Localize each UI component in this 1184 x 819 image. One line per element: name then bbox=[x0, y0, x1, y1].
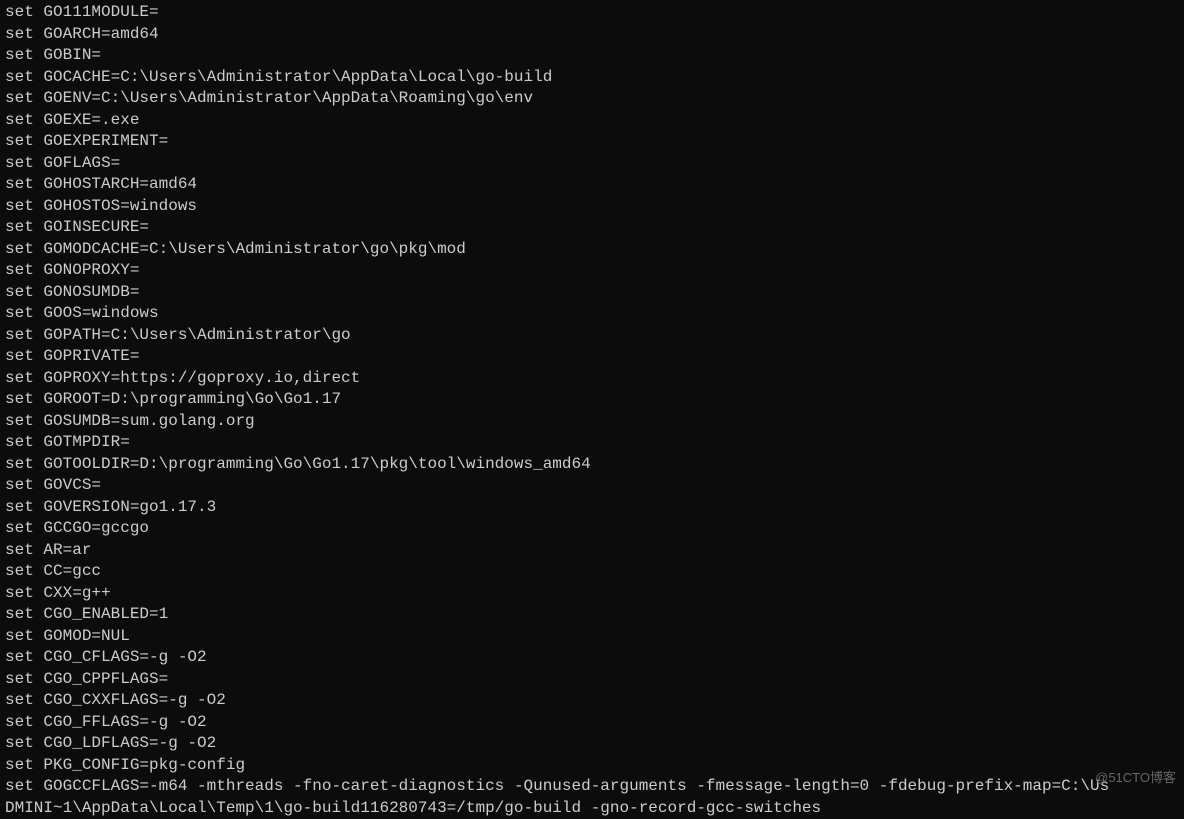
terminal-line: set GOINSECURE= bbox=[5, 217, 1184, 239]
terminal-line: set CGO_CPPFLAGS= bbox=[5, 669, 1184, 691]
terminal-line: set GONOSUMDB= bbox=[5, 282, 1184, 304]
terminal-line: set GOVCS= bbox=[5, 475, 1184, 497]
terminal-line: set GOTMPDIR= bbox=[5, 432, 1184, 454]
terminal-line: set GOMODCACHE=C:\Users\Administrator\go… bbox=[5, 239, 1184, 261]
terminal-line: set AR=ar bbox=[5, 540, 1184, 562]
terminal-line: set GOBIN= bbox=[5, 45, 1184, 67]
terminal-line: set CC=gcc bbox=[5, 561, 1184, 583]
terminal-line: set CXX=g++ bbox=[5, 583, 1184, 605]
terminal-line: set GOPROXY=https://goproxy.io,direct bbox=[5, 368, 1184, 390]
terminal-line: set GO111MODULE= bbox=[5, 2, 1184, 24]
terminal-line: set GOTOOLDIR=D:\programming\Go\Go1.17\p… bbox=[5, 454, 1184, 476]
terminal-line: set GOGCCFLAGS=-m64 -mthreads -fno-caret… bbox=[5, 776, 1184, 798]
terminal-line: set GOEXE=.exe bbox=[5, 110, 1184, 132]
terminal-line: set GOFLAGS= bbox=[5, 153, 1184, 175]
terminal-line: set CGO_CFLAGS=-g -O2 bbox=[5, 647, 1184, 669]
terminal-line: set GOHOSTOS=windows bbox=[5, 196, 1184, 218]
terminal-line: set GOOS=windows bbox=[5, 303, 1184, 325]
terminal-line: set CGO_LDFLAGS=-g -O2 bbox=[5, 733, 1184, 755]
terminal-line: set GOEXPERIMENT= bbox=[5, 131, 1184, 153]
terminal-line: set GOARCH=amd64 bbox=[5, 24, 1184, 46]
terminal-line: set GOROOT=D:\programming\Go\Go1.17 bbox=[5, 389, 1184, 411]
terminal-line: set GOMOD=NUL bbox=[5, 626, 1184, 648]
terminal-line: set GOVERSION=go1.17.3 bbox=[5, 497, 1184, 519]
terminal-line: set CGO_CXXFLAGS=-g -O2 bbox=[5, 690, 1184, 712]
watermark-text: @51CTO博客 bbox=[1095, 767, 1176, 789]
terminal-line: set CGO_FFLAGS=-g -O2 bbox=[5, 712, 1184, 734]
terminal-line: set CGO_ENABLED=1 bbox=[5, 604, 1184, 626]
terminal-line: set GOPATH=C:\Users\Administrator\go bbox=[5, 325, 1184, 347]
terminal-line: set GCCGO=gccgo bbox=[5, 518, 1184, 540]
terminal-line: set GOSUMDB=sum.golang.org bbox=[5, 411, 1184, 433]
terminal-line: set PKG_CONFIG=pkg-config bbox=[5, 755, 1184, 777]
terminal-line: set GOPRIVATE= bbox=[5, 346, 1184, 368]
terminal-line: DMINI~1\AppData\Local\Temp\1\go-build116… bbox=[5, 798, 1184, 819]
terminal-line: set GOENV=C:\Users\Administrator\AppData… bbox=[5, 88, 1184, 110]
terminal-output[interactable]: set GO111MODULE=set GOARCH=amd64set GOBI… bbox=[0, 0, 1184, 819]
terminal-line: set GONOPROXY= bbox=[5, 260, 1184, 282]
terminal-line: set GOHOSTARCH=amd64 bbox=[5, 174, 1184, 196]
terminal-line: set GOCACHE=C:\Users\Administrator\AppDa… bbox=[5, 67, 1184, 89]
